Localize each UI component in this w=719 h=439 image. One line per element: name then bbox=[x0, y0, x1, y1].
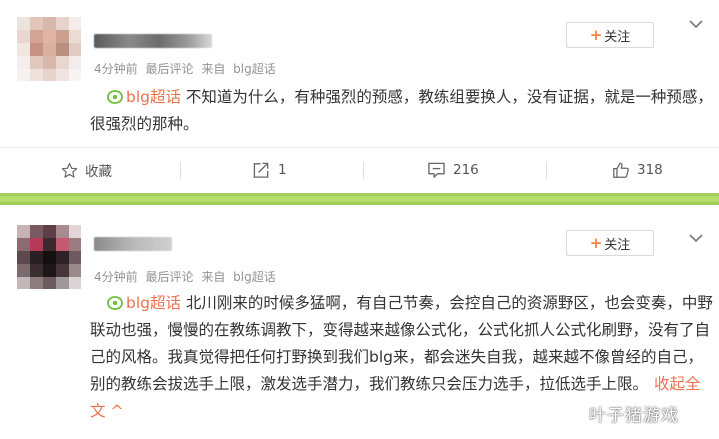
topic-label: blg超话 bbox=[126, 88, 181, 106]
like-icon bbox=[613, 162, 629, 178]
comment-button[interactable]: 216 bbox=[427, 148, 479, 192]
star-icon bbox=[61, 162, 78, 178]
follow-button[interactable]: + 关注 bbox=[566, 230, 654, 256]
topic-link[interactable]: blg超话 bbox=[107, 88, 181, 106]
post-time[interactable]: 4分钟前 bbox=[94, 62, 138, 76]
post-source[interactable]: blg超话 bbox=[233, 270, 276, 284]
follow-button[interactable]: + 关注 bbox=[566, 22, 654, 48]
repost-icon bbox=[253, 162, 269, 178]
post-text: 北川刚来的时候多猛啊，有自己节奏，会控自己的资源野区，也会变奏，中野联动也强，慢… bbox=[90, 294, 713, 393]
chevron-down-icon[interactable] bbox=[688, 18, 704, 30]
action-divider bbox=[363, 162, 364, 179]
avatar[interactable] bbox=[17, 225, 81, 289]
action-bar: 收藏 1 216 318 bbox=[0, 147, 719, 191]
post-time[interactable]: 4分钟前 bbox=[94, 270, 138, 284]
favorite-label: 收藏 bbox=[85, 164, 112, 180]
username-blurred[interactable] bbox=[94, 34, 212, 48]
topic-label: blg超话 bbox=[126, 294, 181, 312]
post-body: blg超话 不知道为什么，有种强烈的预感，教练组要换人，没有证据，就是一种预感，… bbox=[90, 84, 715, 138]
post-source-prefix: 来自 bbox=[201, 270, 226, 284]
post-sort-label: 最后评论 bbox=[145, 270, 194, 284]
action-divider bbox=[546, 162, 547, 179]
chevron-up-icon: ^ bbox=[110, 402, 124, 420]
post-source[interactable]: blg超话 bbox=[233, 62, 276, 76]
repost-count: 1 bbox=[278, 162, 287, 178]
action-divider bbox=[180, 162, 181, 179]
avatar[interactable] bbox=[17, 17, 81, 81]
post-meta: 4分钟前 最后评论 来自 blg超话 bbox=[94, 60, 276, 77]
plus-icon: + bbox=[589, 233, 603, 252]
comment-icon bbox=[428, 162, 445, 178]
plus-icon: + bbox=[589, 25, 603, 44]
like-count: 318 bbox=[637, 162, 663, 178]
follow-label: 关注 bbox=[604, 237, 631, 253]
like-button[interactable]: 318 bbox=[612, 148, 663, 192]
post-text: 不知道为什么，有种强烈的预感，教练组要换人，没有证据，就是一种预感，很强烈的那种… bbox=[90, 88, 713, 133]
repost-button[interactable]: 1 bbox=[252, 148, 287, 192]
favorite-button[interactable]: 收藏 bbox=[61, 148, 112, 192]
watermark: 叶子猪游戏 bbox=[589, 406, 679, 426]
post-separator bbox=[0, 193, 719, 205]
topic-icon bbox=[107, 296, 123, 310]
chevron-down-icon[interactable] bbox=[688, 232, 704, 244]
topic-icon bbox=[107, 90, 123, 104]
username-blurred[interactable] bbox=[94, 237, 172, 251]
follow-label: 关注 bbox=[604, 29, 631, 45]
post-card: 4分钟前 最后评论 来自 blg超话 + 关注 blg超话 不知道为什么，有种强… bbox=[0, 0, 719, 193]
comment-count: 216 bbox=[453, 162, 479, 178]
post-source-prefix: 来自 bbox=[201, 62, 226, 76]
post-sort-label: 最后评论 bbox=[145, 62, 194, 76]
post-meta: 4分钟前 最后评论 来自 blg超话 bbox=[94, 268, 276, 285]
topic-link[interactable]: blg超话 bbox=[107, 294, 181, 312]
